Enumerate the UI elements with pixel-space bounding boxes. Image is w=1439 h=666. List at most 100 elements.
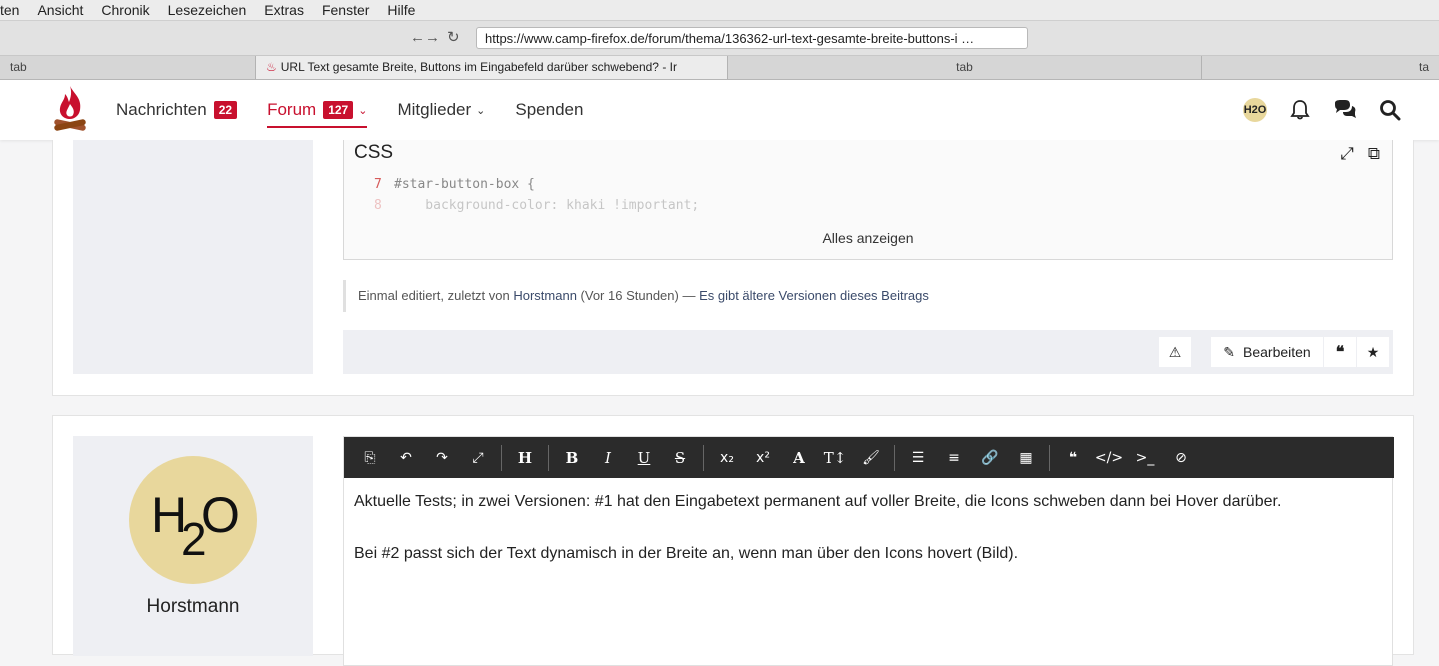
menu-item-chronik[interactable]: Chronik: [101, 2, 149, 18]
bookmark-button[interactable]: ★: [1357, 337, 1389, 367]
tab-3[interactable]: tab: [728, 56, 1202, 79]
quote-button[interactable]: ❝: [1324, 337, 1356, 367]
main-nav: Nachrichten 22 Forum 127 ⌄ Mitglieder ⌄ …: [116, 80, 613, 140]
editor-paragraph: Aktuelle Tests; in zwei Versionen: #1 ha…: [354, 493, 1282, 510]
edit-button[interactable]: ✎ Bearbeiten: [1211, 337, 1323, 367]
undo-icon[interactable]: ↶: [388, 437, 424, 478]
nachrichten-count-badge: 22: [213, 101, 238, 119]
author-avatar[interactable]: H 2 O: [129, 456, 257, 584]
menu-item-hilfe[interactable]: Hilfe: [387, 2, 415, 18]
bell-icon[interactable]: [1289, 99, 1311, 121]
code-lines: 7 #star-button-box { 8 background-color: …: [374, 174, 699, 216]
post-editor: H 2 O Horstmann ⎘ ↶ ↷ ⤢ H B I U S x₂ x² …: [52, 415, 1414, 666]
back-forward-icon[interactable]: ←→: [410, 29, 440, 46]
menu-item-fenster[interactable]: Fenster: [322, 2, 369, 18]
line-number: 7: [374, 177, 382, 192]
quote-icon: ❝: [1335, 344, 1345, 361]
tab-1[interactable]: tab: [0, 56, 256, 79]
campfire-logo-icon[interactable]: [52, 84, 88, 134]
font-icon[interactable]: A: [781, 437, 817, 478]
fire-favicon-icon: ♨: [266, 60, 277, 74]
nav-label: Spenden: [515, 100, 584, 119]
nav-label: Mitglieder: [397, 100, 472, 119]
site-header: Nachrichten 22 Forum 127 ⌄ Mitglieder ⌄ …: [0, 80, 1439, 140]
tab-label: tab: [10, 60, 27, 74]
avatar-o-glyph: O: [201, 487, 240, 543]
line-text: background-color: khaki !important;: [394, 198, 700, 213]
strikethrough-icon[interactable]: S: [662, 437, 698, 478]
author-name[interactable]: Horstmann: [73, 596, 313, 618]
edit-user-link[interactable]: Horstmann: [513, 288, 577, 303]
toolbar-separator: [703, 444, 704, 471]
menu-item-extras[interactable]: Extras: [264, 2, 304, 18]
header-icons: H2O: [1243, 98, 1401, 122]
tab-label: ta: [1418, 60, 1429, 74]
fullscreen-icon[interactable]: ⤢: [460, 437, 496, 478]
nav-nachrichten[interactable]: Nachrichten 22: [116, 80, 238, 140]
toolbar-separator: [894, 444, 895, 471]
author-sidebar: [73, 140, 313, 374]
font-size-icon[interactable]: T↕: [817, 437, 853, 478]
align-icon[interactable]: ≡: [936, 437, 972, 478]
list-icon[interactable]: ☰: [900, 437, 936, 478]
spoiler-icon[interactable]: ⊘: [1163, 437, 1199, 478]
code-icon[interactable]: </>: [1091, 437, 1127, 478]
superscript-icon[interactable]: x²: [745, 437, 781, 478]
edit-time: (Vor 16 Stunden) —: [576, 288, 700, 303]
edit-note: Einmal editiert, zuletzt von Horstmann (…: [343, 280, 1393, 312]
nav-forum[interactable]: Forum 127 ⌄: [267, 80, 368, 140]
toolbar-separator: [1049, 444, 1050, 471]
code-line: 8 background-color: khaki !important;: [374, 195, 699, 216]
subscript-icon[interactable]: x₂: [709, 437, 745, 478]
inline-code-icon[interactable]: >_: [1127, 437, 1163, 478]
reload-icon[interactable]: ↻: [447, 28, 460, 46]
nav-label: Forum: [267, 100, 317, 119]
chat-icon[interactable]: [1333, 99, 1357, 121]
copy-icon[interactable]: ⧉: [1368, 144, 1380, 164]
code-tools: ⤢ ⧉: [1340, 144, 1380, 164]
brush-icon[interactable]: 🖌: [853, 437, 889, 478]
show-all-link[interactable]: Alles anzeigen: [344, 230, 1392, 246]
search-icon[interactable]: [1379, 99, 1401, 121]
menu-item-ansicht[interactable]: Ansicht: [37, 2, 83, 18]
expand-icon[interactable]: ⤢: [1340, 144, 1354, 164]
redo-icon[interactable]: ↷: [424, 437, 460, 478]
star-icon: ★: [1366, 343, 1380, 360]
source-code-icon[interactable]: ⎘: [352, 437, 388, 478]
code-line: 7 #star-button-box {: [374, 174, 699, 195]
tab-label: URL Text gesamte Breite, Buttons im Eing…: [280, 60, 677, 74]
editor-paragraph: Bei #2 passt sich der Text dynamisch in …: [354, 545, 1019, 562]
versions-link[interactable]: Es gibt ältere Versionen dieses Beitrags: [699, 288, 929, 303]
menu-bar: ten Ansicht Chronik Lesezeichen Extras F…: [0, 0, 1439, 21]
quote-icon[interactable]: ❝: [1055, 437, 1091, 478]
heading-icon[interactable]: H: [507, 437, 543, 478]
tab-4[interactable]: ta: [1202, 56, 1439, 79]
line-number: 8: [374, 198, 382, 213]
post-previous: CSS ⤢ ⧉ 7 #star-button-box { 8 background…: [52, 140, 1414, 396]
toolbar-separator: [501, 444, 502, 471]
user-avatar[interactable]: H2O: [1243, 98, 1267, 122]
menu-item-ablage[interactable]: ten: [0, 2, 19, 18]
chevron-down-icon: ⌄: [476, 104, 486, 117]
nav-mitglieder[interactable]: Mitglieder ⌄: [397, 80, 485, 140]
editor-content[interactable]: Aktuelle Tests; in zwei Versionen: #1 ha…: [354, 489, 1382, 593]
italic-icon[interactable]: I: [590, 437, 626, 478]
report-button[interactable]: ⚠: [1159, 337, 1191, 367]
menu-item-lesezeichen[interactable]: Lesezeichen: [168, 2, 247, 18]
url-bar[interactable]: https://www.camp-firefox.de/forum/thema/…: [476, 27, 1028, 49]
warning-icon: ⚠: [1168, 343, 1182, 360]
tab-strip: tab ♨ URL Text gesamte Breite, Buttons im…: [0, 56, 1439, 80]
underline-icon[interactable]: U: [626, 437, 662, 478]
nav-label: Nachrichten: [116, 100, 207, 119]
edit-button-label: Bearbeiten: [1243, 344, 1311, 360]
nav-spenden[interactable]: Spenden: [515, 80, 583, 140]
link-icon[interactable]: 🔗: [972, 437, 1008, 478]
post-actions: ⚠ ✎ Bearbeiten ❝ ★: [343, 330, 1393, 374]
chevron-down-icon: ⌄: [358, 104, 368, 117]
editor-toolbar: ⎘ ↶ ↷ ⤢ H B I U S x₂ x² A T↕ 🖌 ☰ ≡ 🔗 ▦ ❝…: [344, 437, 1394, 478]
rich-text-editor: ⎘ ↶ ↷ ⤢ H B I U S x₂ x² A T↕ 🖌 ☰ ≡ 🔗 ▦ ❝…: [343, 436, 1394, 666]
bold-icon[interactable]: B: [554, 437, 590, 478]
tab-active[interactable]: ♨ URL Text gesamte Breite, Buttons im Ein…: [256, 56, 728, 79]
browser-toolbar: ←→ ↻ https://www.camp-firefox.de/forum/t…: [0, 21, 1439, 56]
table-icon[interactable]: ▦: [1008, 437, 1044, 478]
